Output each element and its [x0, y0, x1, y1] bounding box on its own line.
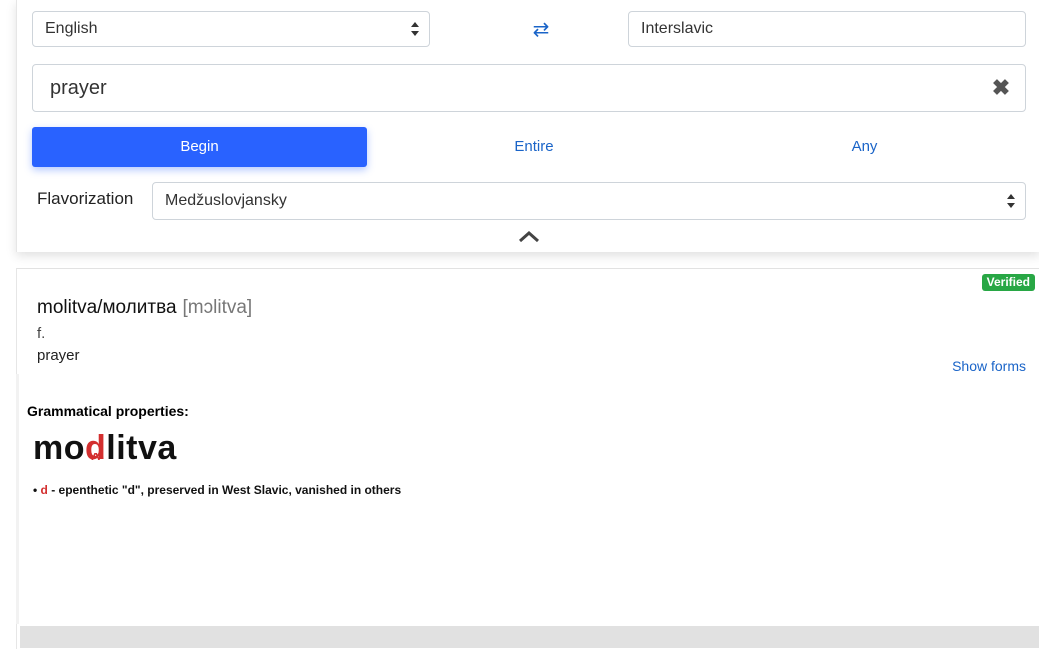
select-caret-icon — [411, 22, 419, 36]
swap-languages-icon[interactable]: ⇄ — [529, 20, 553, 40]
result-meaning: prayer — [37, 347, 80, 364]
search-panel: English ⇄ Interslavic prayer ✖ Begin Ent… — [16, 0, 1039, 252]
flavorization-select[interactable]: Medžuslovjansky — [152, 182, 1026, 220]
note-text: - epenthetic "d", preserved in West Slav… — [47, 483, 402, 497]
result-word-text: molitva/молитва — [37, 297, 177, 318]
result-word: molitva/молитва [mɔlitva] — [37, 297, 252, 319]
show-forms-link[interactable]: Show forms — [952, 358, 1026, 374]
verified-badge: Verified — [981, 274, 1035, 291]
footer-strip — [20, 626, 1039, 648]
grammatical-properties-panel: Grammatical properties: modlitva • d - e… — [20, 376, 1039, 626]
select-caret-icon — [1007, 194, 1015, 208]
etymology-note: • d - epenthetic "d", preserved in West … — [33, 483, 401, 497]
mode-entire-button[interactable]: Entire — [369, 127, 699, 167]
mode-begin-button[interactable]: Begin — [32, 127, 367, 167]
etymology-highlight: d — [85, 429, 106, 467]
target-language-value: Interslavic — [641, 20, 714, 37]
clear-icon[interactable]: ✖ — [991, 76, 1011, 100]
search-value: prayer — [50, 77, 107, 99]
flavorization-value: Medžuslovjansky — [165, 192, 287, 209]
result-part-of-speech: f. — [37, 325, 46, 342]
etymology-word-start: mo — [33, 429, 85, 467]
grammatical-properties-title: Grammatical properties: — [27, 403, 189, 419]
source-language-select[interactable]: English — [32, 11, 430, 47]
search-input[interactable]: prayer ✖ — [32, 64, 1026, 112]
flavorization-label: Flavorization — [37, 189, 134, 208]
note-bullet: • — [33, 483, 41, 497]
chevron-up-icon[interactable] — [517, 228, 541, 244]
etymology-word-end: litva — [106, 429, 177, 467]
mode-any-button[interactable]: Any — [701, 127, 1028, 167]
note-highlight: d — [40, 483, 48, 497]
etymology-word: modlitva — [33, 429, 177, 468]
result-card: Verified molitva/молитва [mɔlitva] f. pra… — [16, 268, 1039, 649]
panel-edge — [16, 374, 19, 624]
source-language-value: English — [45, 20, 98, 37]
target-language-field[interactable]: Interslavic — [628, 11, 1026, 47]
result-ipa: [mɔlitva] — [182, 297, 253, 318]
